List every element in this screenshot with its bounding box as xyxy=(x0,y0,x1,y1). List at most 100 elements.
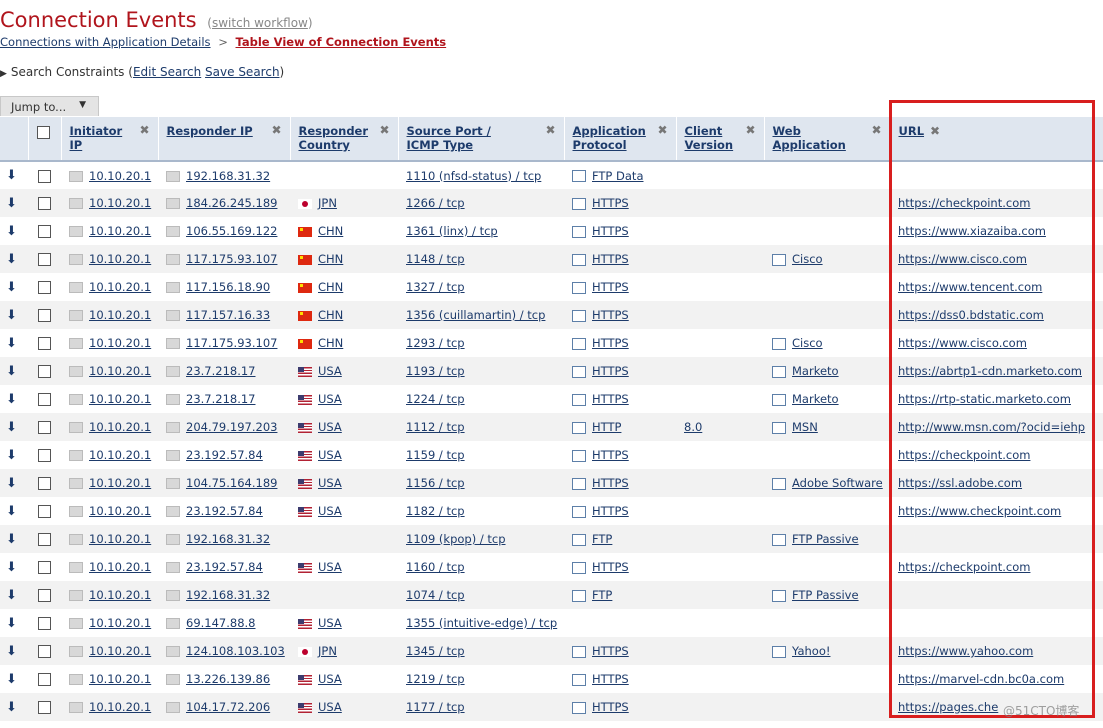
row-checkbox[interactable] xyxy=(38,169,51,183)
host-icon[interactable] xyxy=(69,506,83,517)
url-link[interactable]: https://checkpoint.com xyxy=(898,196,1030,210)
application-icon[interactable] xyxy=(572,645,586,658)
column-header-application-protocol[interactable]: Application Protocol ✖ xyxy=(564,117,677,162)
initiator-ip-link[interactable]: 10.10.20.1 xyxy=(89,588,151,602)
responder-ip-link[interactable]: 124.108.103.103 xyxy=(186,644,285,658)
url-link[interactable]: https://www.xiazaiba.com xyxy=(898,224,1046,238)
web-application-link[interactable]: Adobe Software xyxy=(792,476,883,490)
application-protocol-link[interactable]: FTP xyxy=(592,532,612,546)
host-icon[interactable] xyxy=(69,366,83,377)
application-icon[interactable] xyxy=(772,253,786,266)
host-icon[interactable] xyxy=(166,646,180,657)
initiator-ip-link[interactable]: 10.10.20.1 xyxy=(89,252,151,266)
application-icon[interactable] xyxy=(572,393,586,406)
application-protocol-link[interactable]: HTTPS xyxy=(592,252,629,266)
web-application-link[interactable]: FTP Passive xyxy=(792,588,859,602)
responder-ip-link[interactable]: 117.175.93.107 xyxy=(186,336,277,350)
host-icon[interactable] xyxy=(166,394,180,405)
url-link[interactable]: https://checkpoint.com xyxy=(898,560,1030,574)
application-protocol-link[interactable]: HTTPS xyxy=(592,392,629,406)
application-protocol-link[interactable]: HTTPS xyxy=(592,336,629,350)
row-checkbox[interactable] xyxy=(38,309,51,322)
country-link[interactable]: USA xyxy=(318,420,342,434)
row-checkbox[interactable] xyxy=(38,561,51,574)
source-port-link[interactable]: 1266 / tcp xyxy=(406,196,465,210)
url-link[interactable]: https://ssl.adobe.com xyxy=(898,476,1022,490)
down-arrow-icon[interactable]: ⬇ xyxy=(6,588,17,603)
host-icon[interactable] xyxy=(166,562,180,573)
country-link[interactable]: CHN xyxy=(318,252,343,266)
application-icon[interactable] xyxy=(772,421,786,434)
initiator-ip-link[interactable]: 10.10.20.1 xyxy=(89,532,151,546)
host-icon[interactable] xyxy=(69,282,83,293)
host-icon[interactable] xyxy=(69,618,83,629)
application-protocol-link[interactable]: FTP xyxy=(592,588,612,602)
responder-ip-link[interactable]: 117.157.16.33 xyxy=(186,308,270,322)
initiator-ip-link[interactable]: 10.10.20.1 xyxy=(89,364,151,378)
down-arrow-icon[interactable]: ⬇ xyxy=(6,448,17,463)
responder-ip-link[interactable]: 23.192.57.84 xyxy=(186,448,263,462)
down-arrow-icon[interactable]: ⬇ xyxy=(6,616,17,631)
down-arrow-icon[interactable]: ⬇ xyxy=(6,672,17,687)
source-port-link[interactable]: 1224 / tcp xyxy=(406,392,465,406)
initiator-ip-link[interactable]: 10.10.20.1 xyxy=(89,560,151,574)
web-application-link[interactable]: Cisco xyxy=(792,252,823,266)
initiator-ip-link[interactable]: 10.10.20.1 xyxy=(89,169,151,183)
host-icon[interactable] xyxy=(69,450,83,461)
row-checkbox[interactable] xyxy=(38,477,51,490)
application-protocol-link[interactable]: HTTPS xyxy=(592,196,629,210)
responder-ip-link[interactable]: 13.226.139.86 xyxy=(186,672,270,686)
url-link[interactable]: https://www.yahoo.com xyxy=(898,644,1033,658)
source-port-link[interactable]: 1193 / tcp xyxy=(406,364,465,378)
down-arrow-icon[interactable]: ⬇ xyxy=(6,504,17,519)
application-icon[interactable] xyxy=(572,673,586,686)
host-icon[interactable] xyxy=(166,506,180,517)
application-icon[interactable] xyxy=(572,197,586,210)
responder-ip-link[interactable]: 104.17.72.206 xyxy=(186,700,270,714)
row-checkbox[interactable] xyxy=(38,701,51,714)
host-icon[interactable] xyxy=(166,170,180,182)
edit-search-link[interactable]: Edit Search xyxy=(133,65,201,79)
row-checkbox[interactable] xyxy=(38,645,51,658)
host-icon[interactable] xyxy=(69,478,83,489)
country-link[interactable]: CHN xyxy=(318,336,343,350)
host-icon[interactable] xyxy=(166,590,180,601)
client-version-header-label[interactable]: Client Version xyxy=(685,124,737,152)
initiator-ip-header-label[interactable]: Initiator IP xyxy=(70,124,136,152)
responder-ip-link[interactable]: 104.75.164.189 xyxy=(186,476,277,490)
country-link[interactable]: USA xyxy=(318,616,342,630)
application-icon[interactable] xyxy=(772,589,786,602)
application-icon[interactable] xyxy=(572,365,586,378)
application-protocol-link[interactable]: FTP Data xyxy=(592,169,644,183)
url-link[interactable]: https://www.cisco.com xyxy=(898,336,1027,350)
application-icon[interactable] xyxy=(572,561,586,574)
select-all-checkbox[interactable] xyxy=(36,126,50,139)
down-arrow-icon[interactable]: ⬇ xyxy=(6,224,17,239)
web-application-link[interactable]: FTP Passive xyxy=(792,532,859,546)
host-icon[interactable] xyxy=(166,618,180,629)
url-header-label[interactable]: URL xyxy=(899,124,925,138)
application-protocol-link[interactable]: HTTPS xyxy=(592,504,629,518)
web-application-link[interactable]: Marketo xyxy=(792,364,839,378)
responder-ip-link[interactable]: 204.79.197.203 xyxy=(186,420,277,434)
responder-ip-link[interactable]: 23.7.218.17 xyxy=(186,364,256,378)
down-arrow-icon[interactable]: ⬇ xyxy=(6,420,17,435)
column-header-url[interactable]: URL ✖ xyxy=(890,117,1103,162)
source-port-link[interactable]: 1074 / tcp xyxy=(406,588,465,602)
country-link[interactable]: JPN xyxy=(318,196,337,210)
responder-country-header-label[interactable]: Responder Country xyxy=(299,124,369,152)
close-icon[interactable]: ✖ xyxy=(657,123,667,137)
responder-ip-link[interactable]: 117.156.18.90 xyxy=(186,280,270,294)
row-checkbox[interactable] xyxy=(38,337,51,350)
close-icon[interactable]: ✖ xyxy=(930,124,940,138)
down-arrow-icon[interactable]: ⬇ xyxy=(6,168,17,183)
source-port-link[interactable]: 1177 / tcp xyxy=(406,700,465,714)
application-icon[interactable] xyxy=(772,365,786,378)
row-checkbox[interactable] xyxy=(38,197,51,210)
column-header-web-application[interactable]: Web Application ✖ xyxy=(764,117,891,162)
host-icon[interactable] xyxy=(166,450,180,461)
down-arrow-icon[interactable]: ⬇ xyxy=(6,644,17,659)
initiator-ip-link[interactable]: 10.10.20.1 xyxy=(89,196,151,210)
jump-to-dropdown[interactable]: Jump to... ▼ xyxy=(0,96,99,116)
down-arrow-icon[interactable]: ⬇ xyxy=(6,308,17,323)
